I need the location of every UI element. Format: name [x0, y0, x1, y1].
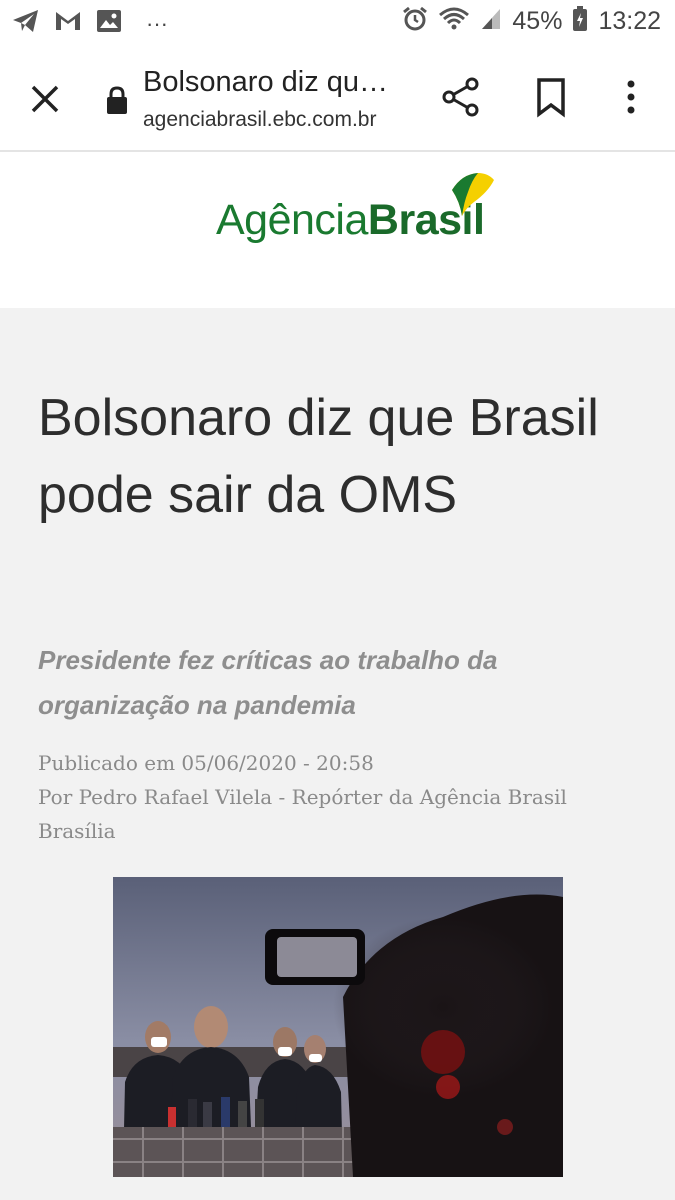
share-button[interactable]: [440, 76, 482, 118]
page-url[interactable]: agenciabrasil.ebc.com.br: [143, 108, 376, 132]
site-header: AgênciaBrasil: [0, 152, 675, 308]
logo-flag-icon: [448, 172, 496, 218]
article-headline: Bolsonaro diz que Brasil pode sair da OM…: [38, 389, 599, 524]
battery-percent: 45%: [512, 7, 563, 35]
more-options-button[interactable]: [618, 76, 644, 118]
close-button[interactable]: [22, 76, 68, 122]
more-vert-icon: [627, 80, 635, 114]
share-icon: [442, 77, 479, 117]
gmail-icon: [54, 10, 82, 37]
overflow-notifications: ···: [146, 10, 168, 36]
bookmark-icon: [537, 78, 565, 118]
telegram-icon: [12, 8, 40, 39]
clock: 13:22: [598, 7, 661, 35]
alarm-icon: [402, 6, 428, 37]
article-meta: Publicado em 05/06/2020 - 20:58 Por Pedr…: [38, 746, 638, 848]
bookmark-button[interactable]: [534, 76, 568, 118]
status-right-icons: 45% 13:22: [402, 6, 661, 37]
custom-tab-toolbar: Bolsonaro diz qu… agenciabrasil.ebc.com.…: [0, 46, 675, 152]
wifi-icon: [438, 6, 470, 37]
status-left-icons: ···: [12, 8, 168, 39]
article-photo[interactable]: [113, 877, 563, 1177]
gallery-icon: [96, 9, 122, 38]
logo-text-regular: Agência: [216, 196, 368, 244]
site-logo[interactable]: AgênciaBrasil: [216, 196, 485, 245]
location: Brasília: [38, 819, 116, 843]
status-bar: ··· 45% 13:22: [0, 0, 675, 46]
lock-icon: [104, 84, 130, 116]
article-subtitle: Presidente fez críticas ao trabalho da o…: [38, 645, 498, 720]
byline: Por Pedro Rafael Vilela - Repórter da Ag…: [38, 785, 567, 809]
signal-icon: [480, 7, 502, 36]
battery-icon: [572, 6, 588, 37]
page-title: Bolsonaro diz qu…: [143, 66, 389, 98]
press-conference-image: [113, 877, 563, 1177]
publish-date: Publicado em 05/06/2020 - 20:58: [38, 751, 374, 775]
close-icon: [31, 85, 59, 113]
